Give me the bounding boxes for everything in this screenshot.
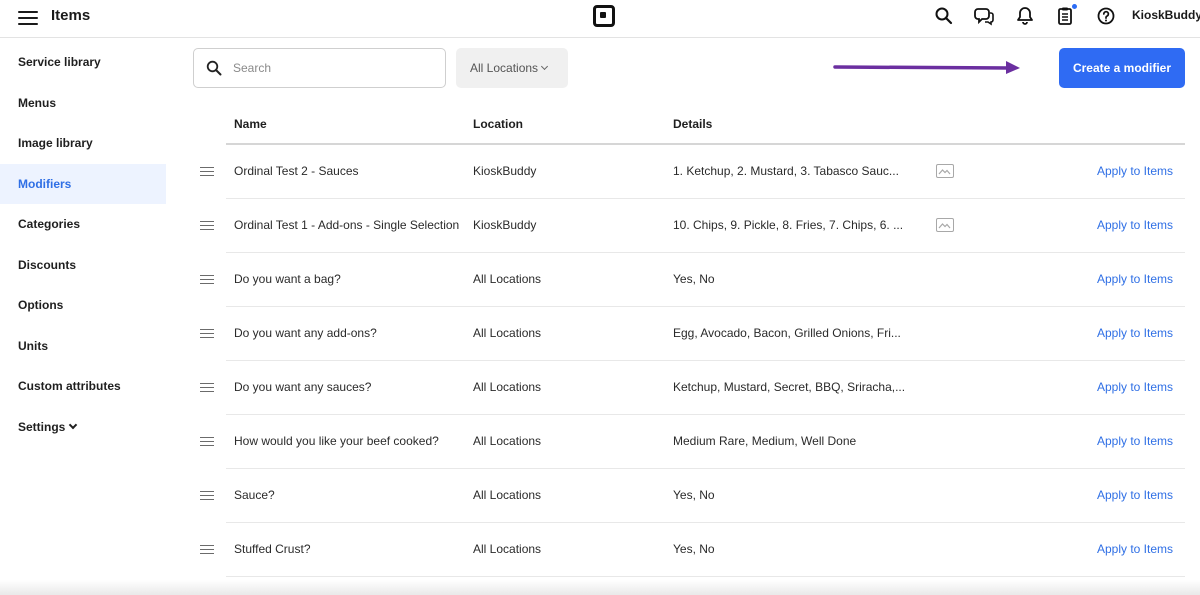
square-logo-icon[interactable] xyxy=(593,5,615,27)
table-row[interactable]: Stuffed Crust? All Locations Yes, No Apply … xyxy=(226,523,1185,577)
create-modifier-button[interactable]: Create a modifier xyxy=(1059,48,1185,88)
modifier-location: All Locations xyxy=(473,542,542,556)
menu-icon[interactable] xyxy=(18,8,38,25)
chevron-down-icon xyxy=(69,420,78,430)
apply-to-items-link[interactable]: Apply to Items xyxy=(1097,218,1173,232)
search-input[interactable] xyxy=(233,58,433,78)
sidebar-item-label: Discounts xyxy=(18,258,77,272)
table-row[interactable]: Ordinal Test 1 - Add-ons - Single Select… xyxy=(226,199,1185,253)
modifier-name[interactable]: Do you want a bag? xyxy=(234,272,341,286)
apply-to-items-link[interactable]: Apply to Items xyxy=(1097,488,1173,502)
modifier-name[interactable]: Do you want any add-ons? xyxy=(234,326,377,340)
app-title: Items xyxy=(51,7,91,24)
sidebar-item-label: Image library xyxy=(18,136,93,150)
modifier-location: All Locations xyxy=(473,326,542,340)
modifier-name[interactable]: Ordinal Test 2 - Sauces xyxy=(234,164,359,178)
help-icon[interactable] xyxy=(1096,6,1116,26)
search-box[interactable] xyxy=(193,48,446,88)
messages-icon[interactable] xyxy=(974,6,994,26)
image-placeholder-icon xyxy=(936,164,954,178)
sidebar-item-custom-attributes[interactable]: Custom attributes xyxy=(0,366,166,406)
account-name[interactable]: KioskBuddy xyxy=(1132,8,1200,22)
modifier-name[interactable]: Do you want any sauces? xyxy=(234,380,371,394)
modifier-name[interactable]: How would you like your beef cooked? xyxy=(234,434,439,448)
sidebar-item-label: Settings xyxy=(18,420,66,434)
sidebar-item-label: Service library xyxy=(18,55,101,69)
notification-dot xyxy=(1071,3,1078,10)
apply-to-items-link[interactable]: Apply to Items xyxy=(1097,542,1173,556)
sidebar-item-units[interactable]: Units xyxy=(0,326,166,366)
table-row[interactable]: Do you want any sauces? All Locations Ketc… xyxy=(226,361,1185,415)
modifier-details: Medium Rare, Medium, Well Done xyxy=(673,434,857,448)
modifier-location: KioskBuddy xyxy=(473,164,537,178)
modifier-details: Yes, No xyxy=(673,542,715,556)
apply-to-items-link[interactable]: Apply to Items xyxy=(1097,164,1173,178)
sidebar-item-discounts[interactable]: Discounts xyxy=(0,245,166,285)
drag-handle-icon[interactable] xyxy=(200,545,214,555)
apply-to-items-link[interactable]: Apply to Items xyxy=(1097,272,1173,286)
bottom-shadow xyxy=(0,580,1200,595)
column-header-name[interactable]: Name xyxy=(234,117,267,131)
table-row[interactable]: Do you want any add-ons? All Locations Egg… xyxy=(226,307,1185,361)
table-row[interactable]: Ordinal Test 2 - Sauces KioskBuddy 1. Ketc… xyxy=(226,145,1185,199)
modifier-details: Egg, Avocado, Bacon, Grilled Onions, Fri… xyxy=(673,326,901,340)
sidebar-item-label: Menus xyxy=(18,96,57,110)
image-placeholder-icon xyxy=(936,218,954,232)
sidebar: Service library Menus Image library Modi… xyxy=(0,39,166,595)
sidebar-item-label: Categories xyxy=(18,217,81,231)
table-row[interactable]: Sauce? All Locations Yes, No Apply to Items xyxy=(226,469,1185,523)
drag-handle-icon[interactable] xyxy=(200,491,214,501)
drag-handle-icon[interactable] xyxy=(200,167,214,177)
sidebar-item-label: Custom attributes xyxy=(18,379,121,393)
modifier-location: All Locations xyxy=(473,380,542,394)
sidebar-item-settings[interactable]: Settings xyxy=(0,407,166,447)
apply-to-items-link[interactable]: Apply to Items xyxy=(1097,326,1173,340)
table-row[interactable]: Do you want a bag? All Locations Yes, No Ap… xyxy=(226,253,1185,307)
bell-icon[interactable] xyxy=(1015,6,1035,26)
clipboard-icon[interactable] xyxy=(1055,3,1078,26)
table-header: Name Location Details xyxy=(226,104,1185,145)
top-bar: Items KioskBuddy xyxy=(0,0,1200,38)
sidebar-item-menus[interactable]: Menus xyxy=(0,83,166,123)
modifier-location: All Locations xyxy=(473,488,542,502)
search-icon xyxy=(206,60,222,76)
column-header-location[interactable]: Location xyxy=(473,117,523,131)
modifier-details: Ketchup, Mustard, Secret, BBQ, Sriracha,… xyxy=(673,380,906,394)
search-icon[interactable] xyxy=(934,6,954,26)
drag-handle-icon[interactable] xyxy=(200,437,214,447)
modifier-details: 10. Chips, 9. Pickle, 8. Fries, 7. Chips… xyxy=(673,218,904,232)
drag-handle-icon[interactable] xyxy=(200,221,214,231)
sidebar-item-categories[interactable]: Categories xyxy=(0,204,166,244)
annotation-arrow-icon xyxy=(833,61,1020,74)
sidebar-item-service-library[interactable]: Service library xyxy=(0,42,166,82)
sidebar-item-label: Modifiers xyxy=(18,177,72,191)
drag-handle-icon[interactable] xyxy=(200,329,214,339)
modifier-location: All Locations xyxy=(473,434,542,448)
location-filter-dropdown[interactable]: All Locations xyxy=(456,48,568,88)
sidebar-item-modifiers[interactable]: Modifiers xyxy=(0,164,166,204)
sidebar-item-label: Units xyxy=(18,339,48,353)
modifier-location: KioskBuddy xyxy=(473,218,537,232)
modifier-name[interactable]: Stuffed Crust? xyxy=(234,542,311,556)
sidebar-item-label: Options xyxy=(18,298,64,312)
sidebar-item-options[interactable]: Options xyxy=(0,285,166,325)
location-filter-value: All Locations xyxy=(470,61,539,75)
table-row[interactable]: How would you like your beef cooked? All … xyxy=(226,415,1185,469)
drag-handle-icon[interactable] xyxy=(200,275,214,285)
apply-to-items-link[interactable]: Apply to Items xyxy=(1097,380,1173,394)
chevron-down-icon xyxy=(541,62,549,71)
apply-to-items-link[interactable]: Apply to Items xyxy=(1097,434,1173,448)
sidebar-item-image-library[interactable]: Image library xyxy=(0,123,166,163)
modifier-details: Yes, No xyxy=(673,488,715,502)
modifier-name[interactable]: Ordinal Test 1 - Add-ons - Single Select… xyxy=(234,218,459,232)
modifier-location: All Locations xyxy=(473,272,542,286)
column-header-details: Details xyxy=(673,117,713,131)
modifier-details: 1. Ketchup, 2. Mustard, 3. Tabasco Sauc.… xyxy=(673,164,899,178)
modifier-name[interactable]: Sauce? xyxy=(234,488,275,502)
drag-handle-icon[interactable] xyxy=(200,383,214,393)
modifier-details: Yes, No xyxy=(673,272,715,286)
